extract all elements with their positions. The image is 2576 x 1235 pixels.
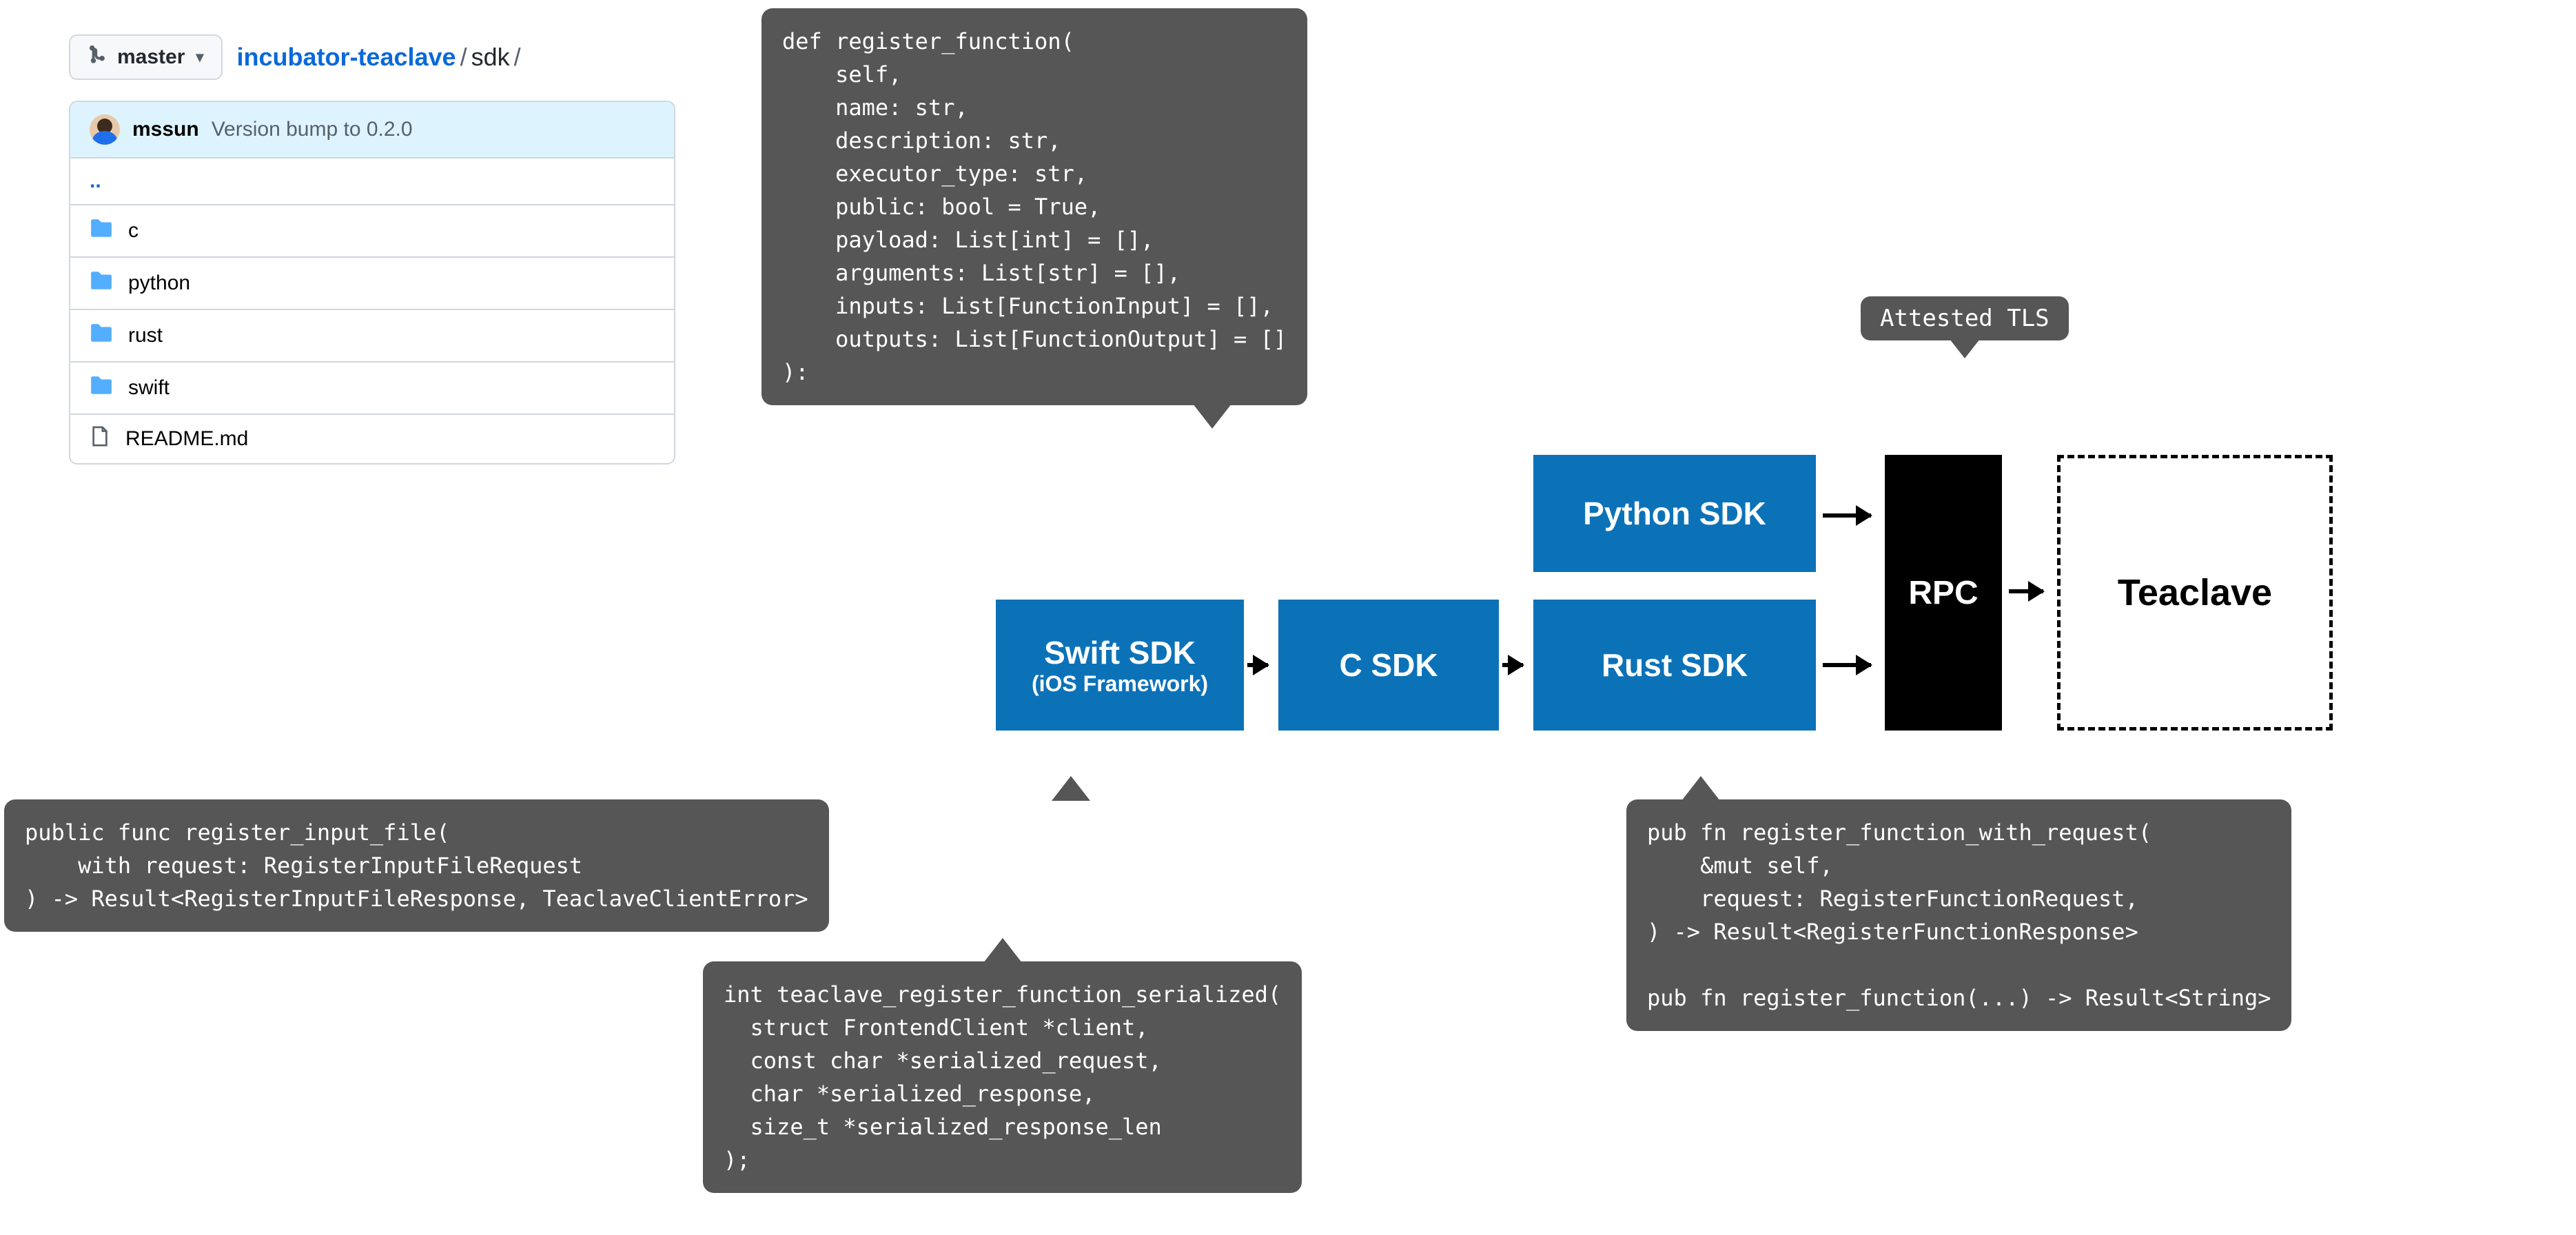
file-name: c	[128, 219, 139, 243]
rust-sdk-text: Rust SDK	[1602, 646, 1748, 684]
swift-sdk-box: Swift SDK (iOS Framework)	[996, 600, 1244, 731]
folder-icon	[90, 374, 113, 402]
c-code-snippet: int teaclave_register_function_serialize…	[703, 961, 1302, 1193]
commit-message: Version bump to 0.2.0	[212, 118, 413, 141]
file-icon	[90, 426, 110, 452]
c-sdk-box: C SDK	[1278, 600, 1499, 731]
teaclave-text: Teaclave	[2118, 571, 2272, 614]
arrow-icon	[1823, 513, 1871, 518]
arrow-icon	[1823, 663, 1871, 667]
repo-browser: master ▾ incubator-teaclave/sdk/ mssun V…	[69, 34, 675, 465]
folder-row[interactable]: rust	[70, 310, 674, 363]
teaclave-box: Teaclave	[2057, 455, 2333, 731]
file-name: README.md	[125, 427, 248, 451]
arrow-icon	[1247, 663, 1268, 667]
breadcrumb: incubator-teaclave/sdk/	[236, 43, 524, 72]
avatar	[90, 114, 120, 145]
swift-sdk-subtext: (iOS Framework)	[1032, 671, 1208, 697]
rpc-box: RPC	[1885, 455, 2002, 731]
commit-author: mssun	[132, 118, 199, 141]
rust-sdk-box: Rust SDK	[1533, 600, 1816, 731]
file-row[interactable]: README.md	[70, 415, 674, 463]
git-branch-icon	[88, 44, 109, 70]
folder-row[interactable]: swift	[70, 363, 674, 415]
latest-commit-row[interactable]: mssun Version bump to 0.2.0	[70, 102, 674, 159]
file-name: rust	[128, 324, 163, 347]
rust-code-snippet: pub fn register_function_with_request( &…	[1626, 799, 2291, 1031]
arrow-icon	[1502, 663, 1523, 667]
python-sdk-box: Python SDK	[1533, 455, 1816, 572]
branch-name: master	[117, 45, 185, 69]
branch-select-button[interactable]: master ▾	[69, 34, 223, 80]
file-name: python	[128, 272, 190, 295]
caret-down-icon: ▾	[196, 48, 203, 66]
folder-icon	[90, 216, 113, 245]
rpc-text: RPC	[1908, 574, 1978, 612]
arrow-icon	[2009, 589, 2043, 593]
breadcrumb-path: sdk	[471, 43, 510, 71]
swift-sdk-text: Swift SDK	[1044, 634, 1196, 671]
python-code-snippet: def register_function( self, name: str, …	[761, 8, 1307, 405]
swift-code-snippet: public func register_input_file( with re…	[4, 799, 829, 932]
parent-dir-link[interactable]: ..	[90, 170, 101, 193]
file-list: mssun Version bump to 0.2.0 .. c python ru…	[69, 101, 675, 465]
parent-dir-row[interactable]: ..	[70, 159, 674, 205]
attested-tls-label: Attested TLS	[1861, 296, 2069, 340]
folder-row[interactable]: python	[70, 258, 674, 310]
folder-row[interactable]: c	[70, 205, 674, 258]
breadcrumb-repo-link[interactable]: incubator-teaclave	[236, 43, 456, 71]
file-name: swift	[128, 376, 170, 400]
python-sdk-text: Python SDK	[1583, 495, 1766, 532]
folder-icon	[90, 321, 113, 350]
branch-row: master ▾ incubator-teaclave/sdk/	[69, 34, 675, 80]
folder-icon	[90, 269, 113, 298]
c-sdk-text: C SDK	[1339, 646, 1438, 684]
